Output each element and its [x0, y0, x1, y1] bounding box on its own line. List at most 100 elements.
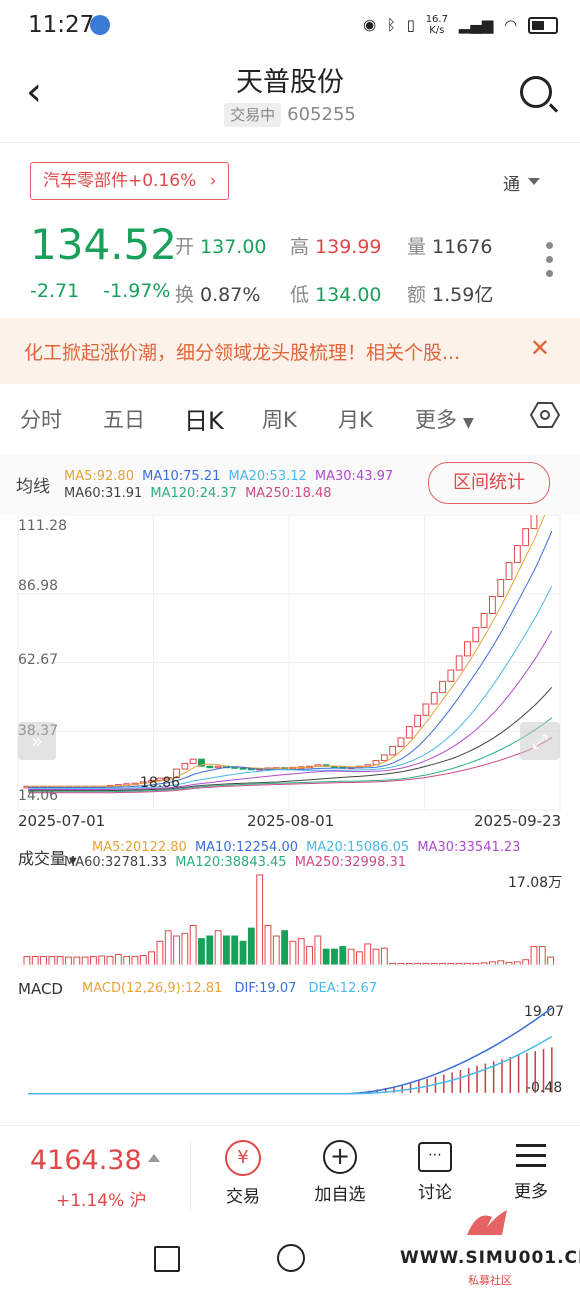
macd-chart[interactable]: [0, 1000, 580, 1100]
ma-legend-row1: MA5:92.80 MA10:75.21 MA20:53.12 MA30:43.…: [64, 469, 393, 484]
index-change: +1.14% 沪: [56, 1186, 147, 1211]
candle: [489, 596, 496, 614]
status-icons: ◉ ᛒ ▯ 16.7 K/s ▂▄▆ ◠: [363, 14, 558, 36]
volume-chart[interactable]: [0, 870, 580, 970]
volume-bar: [90, 956, 97, 966]
trade-button[interactable]: ¥ 交易: [208, 1140, 278, 1207]
tab-daily-k[interactable]: 日K: [184, 401, 224, 436]
volume-bar: [239, 940, 247, 966]
home-icon[interactable]: [277, 1244, 305, 1272]
watermark-logo: [462, 1205, 512, 1243]
volume-ma-row1: MA5:20122.80 MA10:12254.00 MA20:15086.05…: [92, 840, 520, 855]
open-value: 137.00: [200, 236, 267, 258]
index-change-value: +1.14%: [56, 1191, 125, 1211]
range-stats-button[interactable]: 区间统计: [428, 462, 550, 504]
tong-selector[interactable]: 通: [503, 170, 520, 195]
volume-bar: [31, 956, 39, 966]
dea-line: [28, 1035, 553, 1095]
tab-more-label: 更多: [415, 408, 457, 432]
volume-bar: [148, 951, 156, 966]
watermark-text: WWW.SIMU001.CN: [400, 1248, 580, 1268]
chevron-right-icon: ›: [209, 171, 217, 191]
volume-bar: [106, 956, 114, 966]
x-date-label: 2025-09-23: [474, 812, 562, 830]
ma5-value: MA5:92.80: [64, 469, 134, 484]
eye-icon: ◉: [362, 15, 377, 34]
macd-dea: DEA:12.67: [308, 981, 378, 996]
macd-dif: DIF:19.07: [234, 981, 297, 996]
candle: [380, 754, 388, 762]
ma-label: 均线: [16, 477, 50, 497]
sector-change: +0.16%: [128, 171, 197, 191]
volume-bar: [331, 948, 338, 966]
expand-left-icon[interactable]: »: [18, 722, 56, 760]
news-text[interactable]: 化工掀起涨价潮，细分领域龙头股梳理！相关个股...: [24, 338, 460, 365]
turnover-label: 换: [175, 284, 195, 306]
y-tick-label: 111.28: [18, 518, 67, 534]
add-watchlist-label: 加自选: [314, 1185, 366, 1205]
vol-ma10-value: MA10:12254.00: [194, 840, 298, 855]
volume-bar: [73, 956, 81, 966]
tab-intraday[interactable]: 分时: [20, 404, 62, 434]
ma-line: [28, 515, 546, 787]
volume-bar: [206, 935, 214, 966]
volume-value: 11676: [432, 236, 493, 258]
volume-bar: [23, 956, 31, 966]
more-button[interactable]: 更多: [496, 1140, 566, 1202]
ma-line: [28, 686, 553, 792]
candle: [389, 745, 397, 756]
tab-five-day[interactable]: 五日: [103, 404, 145, 434]
settings-hex-icon[interactable]: [530, 400, 560, 430]
candle: [189, 758, 197, 764]
tab-monthly-k[interactable]: 月K: [338, 404, 373, 434]
volume-bar: [372, 948, 380, 966]
macd-label[interactable]: MACD: [18, 980, 63, 998]
vol-ma250-value: MA250:32998.31: [294, 855, 407, 870]
more-vertical-icon[interactable]: [546, 242, 553, 284]
volume-bar: [297, 938, 305, 966]
candle: [513, 545, 521, 564]
kline-chart[interactable]: [0, 515, 580, 840]
dif-line: [28, 1007, 553, 1095]
amount-label: 额: [407, 284, 427, 306]
sector-tag[interactable]: 汽车零部件+0.16% ›: [30, 162, 230, 200]
low-value: 134.00: [315, 284, 382, 306]
volume-bar: [189, 924, 197, 966]
volume-bar: [522, 959, 530, 966]
candle: [181, 762, 189, 770]
add-watchlist-button[interactable]: + 加自选: [305, 1140, 375, 1205]
volume-bar: [322, 948, 330, 966]
close-icon[interactable]: ✕: [530, 334, 550, 362]
page-title: 天普股份: [236, 67, 344, 98]
candle: [397, 737, 405, 747]
caret-down-icon: ▼: [463, 415, 474, 431]
app-notification-icon: [90, 15, 110, 35]
volume-stat: 量 11676: [407, 232, 492, 259]
tab-weekly-k[interactable]: 周K: [262, 404, 297, 434]
vol-ma20-value: MA20:15086.05: [306, 840, 410, 855]
tab-more[interactable]: 更多 ▼: [415, 404, 474, 434]
trade-label: 交易: [226, 1187, 260, 1207]
volume-bar: [356, 951, 363, 966]
change-value: -2.71: [30, 280, 80, 302]
chevron-down-icon[interactable]: [528, 178, 540, 185]
candle: [472, 627, 480, 643]
search-icon[interactable]: [520, 76, 552, 108]
ma-line: [28, 585, 553, 789]
wifi-icon: ◠: [504, 15, 518, 34]
open-stat: 开 137.00: [175, 232, 267, 259]
volume-bar: [314, 935, 322, 966]
volume-bar: [380, 947, 388, 966]
volume-bar: [247, 927, 255, 966]
fullscreen-icon[interactable]: ⤢: [520, 722, 560, 760]
low-label: 低: [290, 284, 310, 306]
volume-bar: [123, 956, 131, 966]
volume-bar: [65, 956, 72, 966]
discuss-button[interactable]: ⋯ 讨论: [400, 1140, 470, 1203]
net-speed: 16.7 K/s: [425, 14, 448, 36]
high-value: 139.99: [315, 236, 382, 258]
recent-apps-icon[interactable]: [154, 1246, 180, 1272]
volume-bar: [223, 935, 230, 966]
change-percent: -1.97%: [103, 280, 171, 302]
index-price[interactable]: 4164.38: [30, 1145, 142, 1176]
